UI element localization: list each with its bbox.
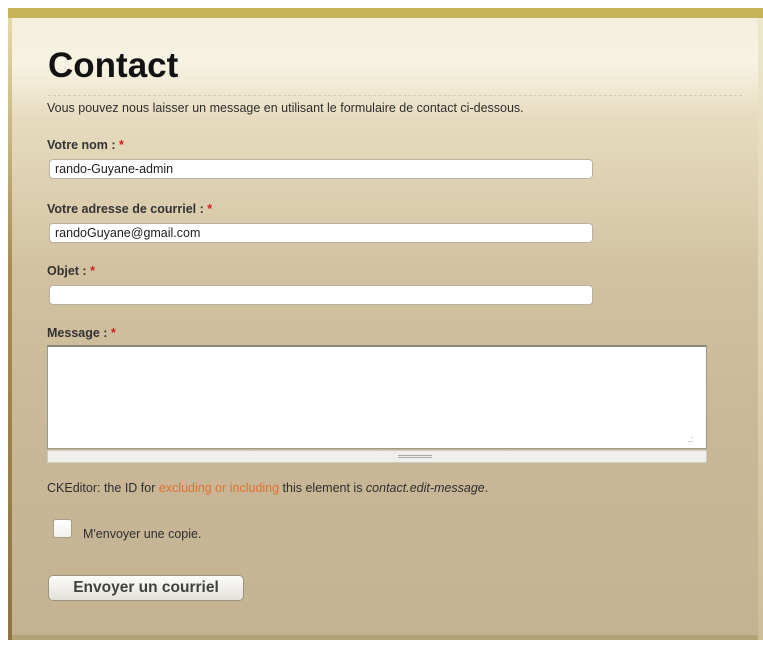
ckeditor-toggle-link[interactable]: excluding or including <box>159 481 279 495</box>
ckeditor-element-id: contact.edit-message <box>365 481 485 495</box>
message-label-text: Message : <box>47 326 108 340</box>
send-email-button[interactable]: Envoyer un courriel <box>48 575 244 601</box>
subject-label: Objet : * <box>47 264 95 278</box>
ckeditor-note-suffix: . <box>484 481 489 495</box>
title-divider <box>48 95 742 96</box>
ckeditor-note-prefix: CKEditor: the ID for <box>47 481 159 495</box>
email-label: Votre adresse de courriel : * <box>47 202 212 216</box>
page-title: Contact <box>48 46 179 85</box>
required-marker: * <box>119 138 124 152</box>
ckeditor-note-middle: this element is <box>279 481 366 495</box>
copy-checkbox[interactable] <box>53 519 72 538</box>
ckeditor-note: CKEditor: the ID for excluding or includ… <box>47 481 488 495</box>
subject-label-text: Objet : <box>47 264 87 278</box>
contact-panel: Contact Vous pouvez nous laisser un mess… <box>8 8 763 640</box>
email-input[interactable] <box>49 223 593 243</box>
copy-checkbox-label[interactable]: M'envoyer une copie. <box>83 527 201 541</box>
name-input[interactable] <box>49 159 593 179</box>
textarea-resize-bar[interactable] <box>47 450 707 463</box>
required-marker: * <box>110 326 116 340</box>
subject-input[interactable] <box>49 285 593 305</box>
required-marker: * <box>90 264 95 278</box>
email-label-text: Votre adresse de courriel : <box>47 202 204 216</box>
message-label: Message : * <box>47 326 116 340</box>
intro-text: Vous pouvez nous laisser un message en u… <box>47 101 524 115</box>
required-marker: * <box>207 202 213 216</box>
name-label-text: Votre nom : <box>47 138 116 152</box>
resize-grip-icon[interactable]: .: <box>688 435 693 444</box>
name-label: Votre nom : * <box>47 138 124 152</box>
message-textarea[interactable] <box>47 345 707 449</box>
drag-handle-icon[interactable] <box>398 455 432 458</box>
